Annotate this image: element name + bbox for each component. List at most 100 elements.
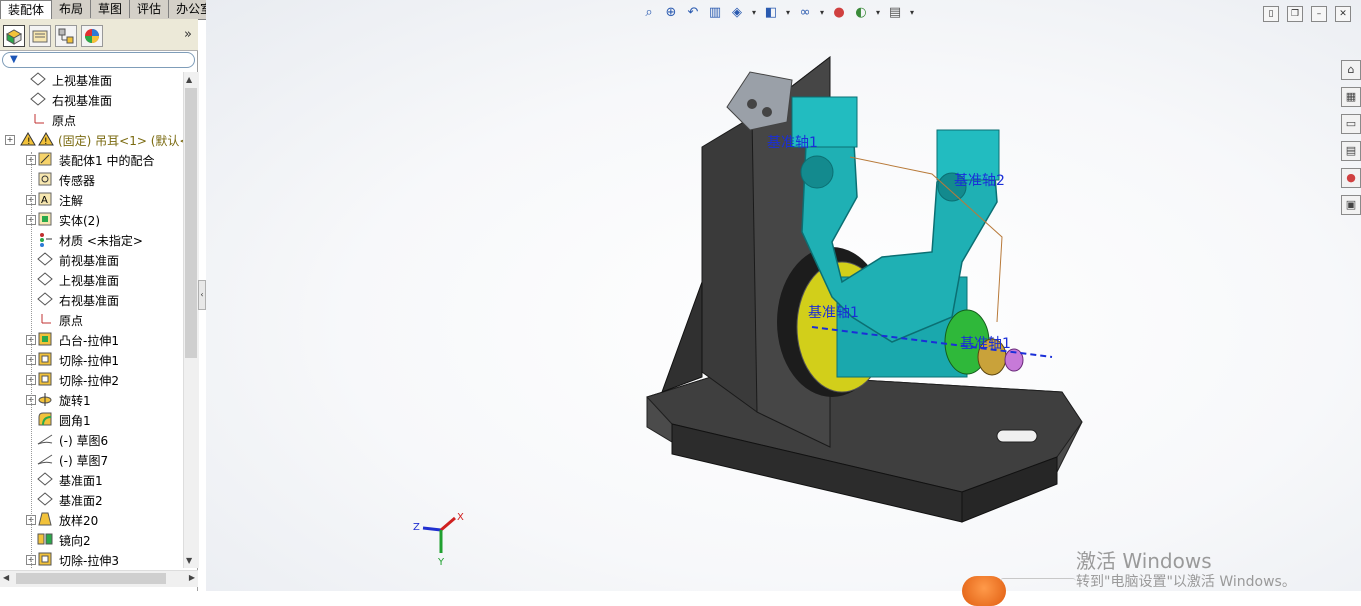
view-orientation-icon[interactable]: ◈ — [728, 4, 746, 22]
scroll-thumb[interactable] — [185, 88, 197, 358]
tile-icon[interactable]: ▯ — [1263, 6, 1279, 22]
tab-evaluate[interactable]: 评估 — [130, 0, 170, 18]
annotation-icon: A — [37, 191, 53, 207]
tree-item-label: 基准面2 — [59, 494, 103, 508]
feature-manager-panel: » ▼ 上视基准面 右视基准面 原点 +!! (固定) 吊耳<1> (默认< + 装配体1 … — [0, 19, 199, 591]
sketch-icon — [37, 451, 53, 467]
view-settings-icon[interactable]: ▤ — [886, 4, 904, 22]
tree-item-label: 右视基准面 — [59, 294, 120, 308]
tree-item[interactable]: + 旋转1 — [0, 389, 183, 409]
tree-item-label: 实体(2) — [59, 214, 100, 228]
tree-item[interactable]: 原点 — [0, 109, 183, 129]
minimize-icon[interactable]: – — [1311, 6, 1327, 22]
tree-item[interactable]: 基准面2 — [0, 489, 183, 509]
plane-icon — [30, 72, 46, 87]
orb-track — [1000, 578, 1076, 585]
tree-item[interactable]: +!! (固定) 吊耳<1> (默认< — [0, 129, 183, 149]
tree-item[interactable]: 圆角1 — [0, 409, 183, 429]
sensor-icon — [37, 171, 53, 187]
tree-item[interactable]: + 切除-拉伸2 — [0, 369, 183, 389]
view-palette-icon[interactable]: ▤ — [1341, 141, 1361, 161]
scroll-right-icon[interactable]: ▶ — [189, 573, 195, 582]
feature-tree: 上视基准面 右视基准面 原点 +!! (固定) 吊耳<1> (默认< + 装配体1 中的配合… — [0, 72, 183, 568]
loft-icon — [37, 511, 53, 527]
zoom-to-area-icon[interactable]: ⊕ — [662, 4, 680, 22]
tree-item[interactable]: + 装配体1 中的配合 — [0, 149, 183, 169]
collapse-panel-icon[interactable]: » — [184, 27, 192, 42]
tree-item[interactable]: + 放样20 — [0, 509, 183, 529]
section-view-icon[interactable]: ▥ — [706, 4, 724, 22]
tree-item[interactable]: 上视基准面 — [0, 269, 183, 289]
tree-item[interactable]: 上视基准面 — [0, 72, 183, 89]
tree-item[interactable]: 右视基准面 — [0, 89, 183, 109]
expand-toggle-icon[interactable]: + — [5, 135, 15, 145]
appearances-icon[interactable]: ● — [1341, 168, 1361, 188]
tree-item-label: 切除-拉伸2 — [59, 374, 119, 388]
property-manager-icon[interactable] — [29, 25, 51, 47]
tree-item-label: 前视基准面 — [59, 254, 120, 268]
feature-manager-icon[interactable] — [3, 25, 25, 47]
svg-text:A: A — [41, 195, 48, 206]
zoom-to-fit-icon[interactable]: ⌕ — [640, 4, 658, 22]
tree-item[interactable]: 右视基准面 — [0, 289, 183, 309]
tree-item-label: 上视基准面 — [52, 74, 113, 88]
scroll-left-icon[interactable]: ◀ — [3, 573, 9, 582]
display-style-icon[interactable]: ◧ — [762, 4, 780, 22]
chevron-down-icon[interactable]: ▾ — [750, 4, 758, 22]
axis-label: 基准轴1 — [808, 304, 859, 321]
chevron-down-icon[interactable]: ▾ — [818, 4, 826, 22]
tree-item[interactable]: 基准面1 — [0, 469, 183, 489]
tree-item[interactable]: 材质 <未指定> — [0, 229, 183, 249]
tree-item-label: 装配体1 中的配合 — [59, 154, 155, 168]
chevron-down-icon[interactable]: ▾ — [874, 4, 882, 22]
origin-icon — [37, 311, 53, 327]
tree-item[interactable]: (-) 草图6 — [0, 429, 183, 449]
task-pane-tabs: ⌂ ▦ ▭ ▤ ● ▣ — [1341, 60, 1361, 222]
tree-item[interactable]: + A 注解 — [0, 189, 183, 209]
manager-tabs: » — [0, 19, 198, 51]
tree-vertical-scrollbar[interactable]: ▲ ▼ — [183, 72, 199, 568]
file-explorer-icon[interactable]: ▭ — [1341, 114, 1361, 134]
previous-view-icon[interactable]: ↶ — [684, 4, 702, 22]
tree-item[interactable]: 传感器 — [0, 169, 183, 189]
cut-extrude-icon — [37, 351, 53, 367]
tree-item[interactable]: (-) 草图7 — [0, 449, 183, 469]
assembly-model[interactable]: 基准轴1 基准轴2 基准轴1 基准轴1 — [642, 52, 1087, 527]
tree-item[interactable]: + 凸台-拉伸1 — [0, 329, 183, 349]
scroll-down-icon[interactable]: ▼ — [186, 556, 192, 565]
panel-splitter-handle[interactable]: ‹ — [198, 280, 206, 310]
plane-icon — [37, 291, 53, 307]
custom-properties-icon[interactable]: ▣ — [1341, 195, 1361, 215]
tree-item[interactable]: 前视基准面 — [0, 249, 183, 269]
close-icon[interactable]: ✕ — [1335, 6, 1351, 22]
edit-appearance-icon[interactable]: ● — [830, 4, 848, 22]
chevron-down-icon[interactable]: ▾ — [908, 4, 916, 22]
tab-layout[interactable]: 布局 — [52, 0, 92, 18]
tree-item[interactable]: + 切除-拉伸1 — [0, 349, 183, 369]
solidworks-resources-icon[interactable]: ⌂ — [1341, 60, 1361, 80]
configuration-manager-icon[interactable] — [55, 25, 77, 47]
tree-item[interactable]: 原点 — [0, 309, 183, 329]
scroll-up-icon[interactable]: ▲ — [186, 75, 192, 84]
tree-item-label: 基准面1 — [59, 474, 103, 488]
graphics-area[interactable]: 基准轴1 基准轴2 基准轴1 基准轴1 Z X Y — [206, 0, 1361, 591]
axis-label: 基准轴1 — [960, 335, 1011, 352]
display-manager-icon[interactable] — [81, 25, 103, 47]
tree-filter-input[interactable]: ▼ — [2, 52, 195, 68]
tab-assembly[interactable]: 装配体 — [0, 0, 53, 20]
restore-icon[interactable]: ❐ — [1287, 6, 1303, 22]
tab-sketch[interactable]: 草图 — [91, 0, 131, 18]
design-library-icon[interactable]: ▦ — [1341, 87, 1361, 107]
tree-item-label: 凸台-拉伸1 — [59, 334, 119, 348]
hide-show-items-icon[interactable]: ∞ — [796, 4, 814, 22]
chevron-down-icon[interactable]: ▾ — [784, 4, 792, 22]
tree-item[interactable]: + 实体(2) — [0, 209, 183, 229]
tree-item-label: (固定) 吊耳<1> (默认< — [58, 134, 183, 148]
tree-item-label: 圆角1 — [59, 414, 91, 428]
tree-item[interactable]: + 切除-拉伸3 — [0, 549, 183, 568]
scroll-thumb[interactable] — [16, 573, 166, 584]
cut-extrude-icon — [37, 371, 53, 387]
tree-item[interactable]: 镜向2 — [0, 529, 183, 549]
tree-horizontal-scrollbar[interactable]: ◀ ▶ — [0, 570, 198, 587]
apply-scene-icon[interactable]: ◐ — [852, 4, 870, 22]
